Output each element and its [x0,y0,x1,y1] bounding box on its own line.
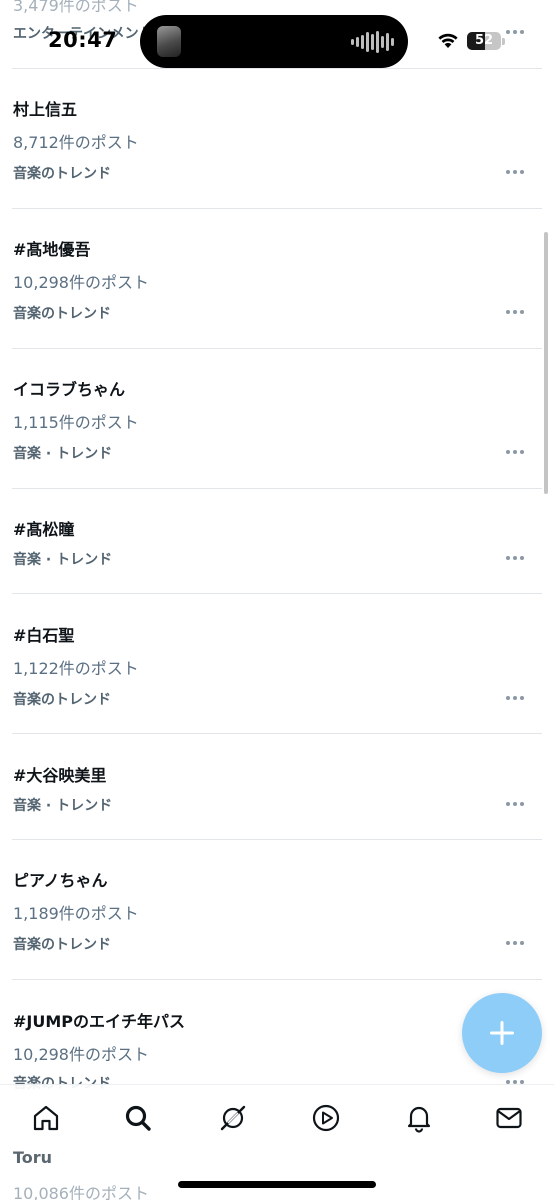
trend-category: 音楽 · トレンド [13,798,113,814]
trend-post-count: 1,122件のポスト [13,659,139,678]
search-icon[interactable] [123,1103,153,1133]
trend-post-count: 10,298件のポスト [13,273,149,292]
trend-title: ピアノちゃん [13,871,108,890]
more-icon[interactable] [506,170,524,174]
trend-title: #髙松瞳 [13,520,75,539]
more-icon[interactable] [506,450,524,454]
trend-title: 村上信五 [13,100,78,119]
trend-category: 音楽 · トレンド [13,552,113,568]
trend-post-count: 1,115件のポスト [13,413,139,432]
home-icon[interactable] [31,1103,61,1133]
audio-waveform-icon [351,30,394,54]
trend-category: 音楽 · トレンド [13,446,113,462]
status-bar: 20:47 52 [0,0,554,70]
battery-level: 52 [474,33,494,48]
video-icon[interactable] [311,1103,341,1133]
more-icon[interactable] [506,696,524,700]
divider [12,488,542,489]
notifications-icon[interactable] [404,1103,434,1133]
trend-post-count: 10,086件のポスト [13,1184,149,1200]
more-icon[interactable] [506,556,524,560]
messages-icon[interactable] [494,1103,524,1133]
compose-post-button[interactable] [462,993,542,1073]
more-icon[interactable] [506,802,524,806]
trend-post-count: 1,189件のポスト [13,904,139,923]
divider [12,979,542,980]
divider [12,839,542,840]
status-time: 20:47 [48,28,118,52]
wifi-icon [438,33,458,48]
scroll-indicator[interactable] [544,232,548,494]
grok-icon[interactable] [218,1103,248,1133]
trend-post-count: 8,712件のポスト [13,133,139,152]
more-icon[interactable] [506,941,524,945]
now-playing-artwork [157,26,181,57]
trend-title: #髙地優吾 [13,240,91,259]
divider [12,733,542,734]
battery-icon: 52 [467,32,501,50]
trend-title: #JUMPのエイチ年パス [13,1012,186,1031]
dynamic-island[interactable] [140,15,408,68]
trend-category: 音楽のトレンド [13,306,111,322]
divider [12,593,542,594]
trend-title: #白石聖 [13,626,75,645]
battery-cap [502,38,505,45]
divider [12,348,542,349]
trend-post-count: 10,298件のポスト [13,1045,149,1064]
trend-category: 音楽のトレンド [13,692,111,708]
trend-category: 音楽のトレンド [13,937,111,953]
trend-category: 音楽のトレンド [13,166,111,182]
divider [12,208,542,209]
home-indicator[interactable] [178,1181,376,1188]
trend-title: #大谷映美里 [13,766,107,785]
trend-title: イコラブちゃん [13,380,126,399]
plus-icon [490,1021,514,1045]
trend-title: Toru [13,1148,53,1167]
more-icon[interactable] [506,310,524,314]
